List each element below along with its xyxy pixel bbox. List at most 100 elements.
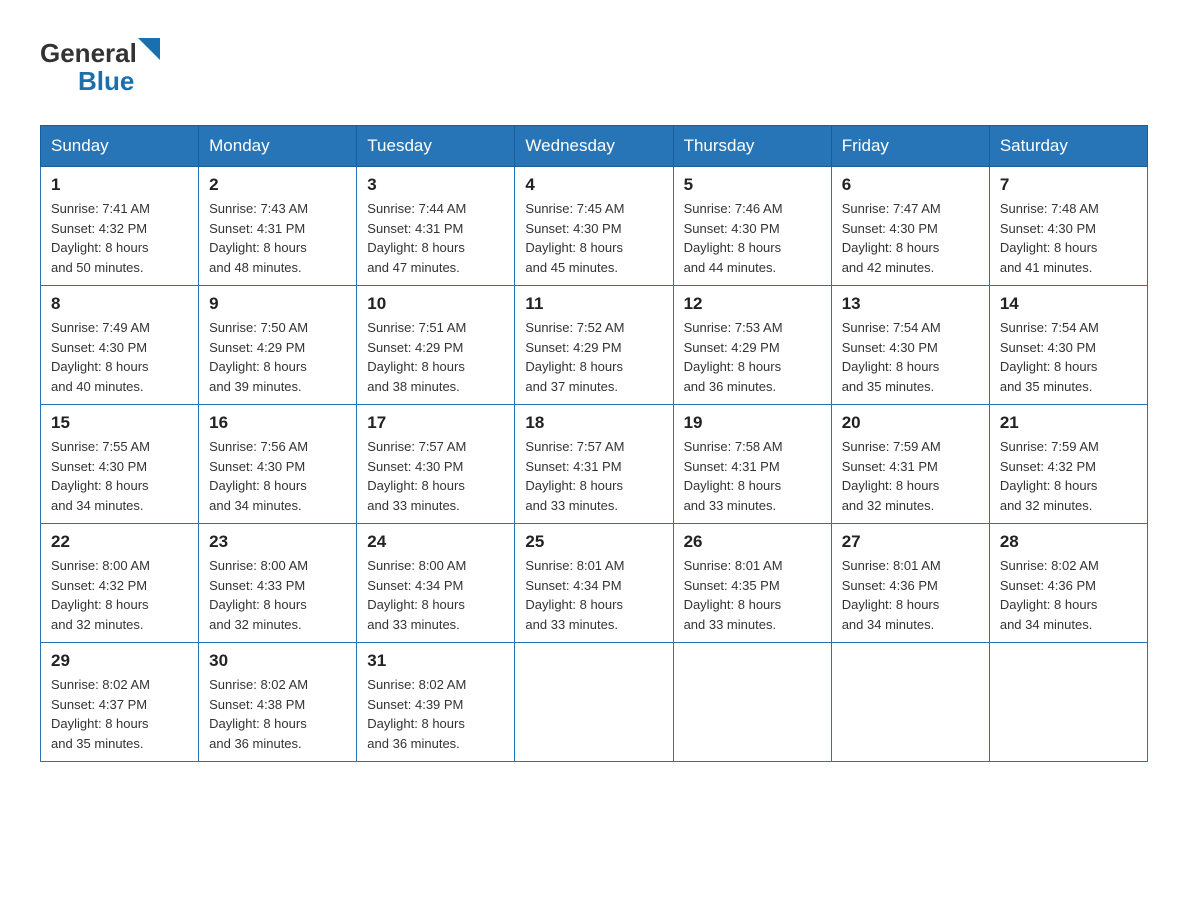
calendar-cell: 10 Sunrise: 7:51 AMSunset: 4:29 PMDayligh… (357, 286, 515, 405)
day-info: Sunrise: 7:47 AMSunset: 4:30 PMDaylight:… (842, 199, 979, 277)
day-number: 29 (51, 651, 188, 671)
calendar-cell: 17 Sunrise: 7:57 AMSunset: 4:30 PMDayligh… (357, 405, 515, 524)
day-number: 16 (209, 413, 346, 433)
day-number: 2 (209, 175, 346, 195)
day-number: 18 (525, 413, 662, 433)
day-info: Sunrise: 8:00 AMSunset: 4:34 PMDaylight:… (367, 556, 504, 634)
weekday-header-thursday: Thursday (673, 126, 831, 167)
weekday-header-sunday: Sunday (41, 126, 199, 167)
calendar-cell: 4 Sunrise: 7:45 AMSunset: 4:30 PMDaylight… (515, 167, 673, 286)
day-info: Sunrise: 7:54 AMSunset: 4:30 PMDaylight:… (1000, 318, 1137, 396)
day-info: Sunrise: 7:48 AMSunset: 4:30 PMDaylight:… (1000, 199, 1137, 277)
calendar-cell: 25 Sunrise: 8:01 AMSunset: 4:34 PMDayligh… (515, 524, 673, 643)
calendar-cell: 22 Sunrise: 8:00 AMSunset: 4:32 PMDayligh… (41, 524, 199, 643)
day-info: Sunrise: 7:57 AMSunset: 4:31 PMDaylight:… (525, 437, 662, 515)
day-number: 3 (367, 175, 504, 195)
calendar-cell: 5 Sunrise: 7:46 AMSunset: 4:30 PMDaylight… (673, 167, 831, 286)
day-number: 14 (1000, 294, 1137, 314)
calendar-cell: 8 Sunrise: 7:49 AMSunset: 4:30 PMDaylight… (41, 286, 199, 405)
calendar-cell: 19 Sunrise: 7:58 AMSunset: 4:31 PMDayligh… (673, 405, 831, 524)
day-info: Sunrise: 7:53 AMSunset: 4:29 PMDaylight:… (684, 318, 821, 396)
day-info: Sunrise: 7:55 AMSunset: 4:30 PMDaylight:… (51, 437, 188, 515)
weekday-header-tuesday: Tuesday (357, 126, 515, 167)
day-info: Sunrise: 7:49 AMSunset: 4:30 PMDaylight:… (51, 318, 188, 396)
weekday-header-saturday: Saturday (989, 126, 1147, 167)
day-info: Sunrise: 8:01 AMSunset: 4:36 PMDaylight:… (842, 556, 979, 634)
calendar-cell: 21Sunrise: 7:59 AMSunset: 4:32 PMDayligh… (989, 405, 1147, 524)
day-info: Sunrise: 8:01 AMSunset: 4:34 PMDaylight:… (525, 556, 662, 634)
weekday-header-row: SundayMondayTuesdayWednesdayThursdayFrid… (41, 126, 1148, 167)
day-number: 4 (525, 175, 662, 195)
svg-text:General: General (40, 38, 137, 68)
calendar-week-row: 1 Sunrise: 7:41 AMSunset: 4:32 PMDaylight… (41, 167, 1148, 286)
day-number: 19 (684, 413, 821, 433)
day-info: Sunrise: 7:50 AMSunset: 4:29 PMDaylight:… (209, 318, 346, 396)
day-info: Sunrise: 8:01 AMSunset: 4:35 PMDaylight:… (684, 556, 821, 634)
day-number: 11 (525, 294, 662, 314)
day-info: Sunrise: 8:02 AMSunset: 4:37 PMDaylight:… (51, 675, 188, 753)
calendar-cell: 31Sunrise: 8:02 AMSunset: 4:39 PMDayligh… (357, 643, 515, 762)
page-header: General Blue (40, 30, 1148, 105)
calendar-cell (515, 643, 673, 762)
logo: General Blue (40, 30, 170, 105)
day-info: Sunrise: 7:51 AMSunset: 4:29 PMDaylight:… (367, 318, 504, 396)
day-number: 23 (209, 532, 346, 552)
calendar-cell: 28Sunrise: 8:02 AMSunset: 4:36 PMDayligh… (989, 524, 1147, 643)
day-number: 20 (842, 413, 979, 433)
day-number: 1 (51, 175, 188, 195)
day-number: 7 (1000, 175, 1137, 195)
day-number: 6 (842, 175, 979, 195)
day-number: 12 (684, 294, 821, 314)
day-info: Sunrise: 7:52 AMSunset: 4:29 PMDaylight:… (525, 318, 662, 396)
day-info: Sunrise: 7:56 AMSunset: 4:30 PMDaylight:… (209, 437, 346, 515)
calendar-cell: 27Sunrise: 8:01 AMSunset: 4:36 PMDayligh… (831, 524, 989, 643)
calendar-cell: 15 Sunrise: 7:55 AMSunset: 4:30 PMDayligh… (41, 405, 199, 524)
calendar-cell (831, 643, 989, 762)
calendar-cell (673, 643, 831, 762)
calendar-week-row: 15 Sunrise: 7:55 AMSunset: 4:30 PMDayligh… (41, 405, 1148, 524)
calendar-cell: 26 Sunrise: 8:01 AMSunset: 4:35 PMDayligh… (673, 524, 831, 643)
calendar-cell: 29 Sunrise: 8:02 AMSunset: 4:37 PMDayligh… (41, 643, 199, 762)
day-info: Sunrise: 7:59 AMSunset: 4:31 PMDaylight:… (842, 437, 979, 515)
calendar-week-row: 22 Sunrise: 8:00 AMSunset: 4:32 PMDayligh… (41, 524, 1148, 643)
calendar-cell: 12 Sunrise: 7:53 AMSunset: 4:29 PMDayligh… (673, 286, 831, 405)
calendar-cell (989, 643, 1147, 762)
calendar-cell: 2Sunrise: 7:43 AMSunset: 4:31 PMDaylight… (199, 167, 357, 286)
weekday-header-wednesday: Wednesday (515, 126, 673, 167)
day-info: Sunrise: 8:02 AMSunset: 4:36 PMDaylight:… (1000, 556, 1137, 634)
day-info: Sunrise: 7:44 AMSunset: 4:31 PMDaylight:… (367, 199, 504, 277)
calendar-cell: 18 Sunrise: 7:57 AMSunset: 4:31 PMDayligh… (515, 405, 673, 524)
day-info: Sunrise: 7:57 AMSunset: 4:30 PMDaylight:… (367, 437, 504, 515)
calendar-cell: 3 Sunrise: 7:44 AMSunset: 4:31 PMDaylight… (357, 167, 515, 286)
day-number: 25 (525, 532, 662, 552)
calendar-cell: 16 Sunrise: 7:56 AMSunset: 4:30 PMDayligh… (199, 405, 357, 524)
calendar-cell: 30 Sunrise: 8:02 AMSunset: 4:38 PMDayligh… (199, 643, 357, 762)
day-info: Sunrise: 7:45 AMSunset: 4:30 PMDaylight:… (525, 199, 662, 277)
day-number: 10 (367, 294, 504, 314)
day-number: 17 (367, 413, 504, 433)
day-number: 30 (209, 651, 346, 671)
day-number: 8 (51, 294, 188, 314)
day-info: Sunrise: 7:58 AMSunset: 4:31 PMDaylight:… (684, 437, 821, 515)
day-info: Sunrise: 8:00 AMSunset: 4:32 PMDaylight:… (51, 556, 188, 634)
day-info: Sunrise: 7:46 AMSunset: 4:30 PMDaylight:… (684, 199, 821, 277)
calendar-cell: 11 Sunrise: 7:52 AMSunset: 4:29 PMDayligh… (515, 286, 673, 405)
day-number: 9 (209, 294, 346, 314)
day-number: 21 (1000, 413, 1137, 433)
calendar-cell: 9 Sunrise: 7:50 AMSunset: 4:29 PMDaylight… (199, 286, 357, 405)
day-info: Sunrise: 8:02 AMSunset: 4:38 PMDaylight:… (209, 675, 346, 753)
day-info: Sunrise: 7:41 AMSunset: 4:32 PMDaylight:… (51, 199, 188, 277)
calendar-cell: 24Sunrise: 8:00 AMSunset: 4:34 PMDayligh… (357, 524, 515, 643)
calendar-cell: 13Sunrise: 7:54 AMSunset: 4:30 PMDayligh… (831, 286, 989, 405)
calendar-week-row: 29 Sunrise: 8:02 AMSunset: 4:37 PMDayligh… (41, 643, 1148, 762)
svg-text:Blue: Blue (78, 66, 134, 96)
day-number: 5 (684, 175, 821, 195)
day-info: Sunrise: 8:02 AMSunset: 4:39 PMDaylight:… (367, 675, 504, 753)
calendar-week-row: 8 Sunrise: 7:49 AMSunset: 4:30 PMDaylight… (41, 286, 1148, 405)
day-number: 22 (51, 532, 188, 552)
day-number: 26 (684, 532, 821, 552)
weekday-header-monday: Monday (199, 126, 357, 167)
day-number: 15 (51, 413, 188, 433)
calendar-cell: 20 Sunrise: 7:59 AMSunset: 4:31 PMDayligh… (831, 405, 989, 524)
calendar-table: SundayMondayTuesdayWednesdayThursdayFrid… (40, 125, 1148, 762)
